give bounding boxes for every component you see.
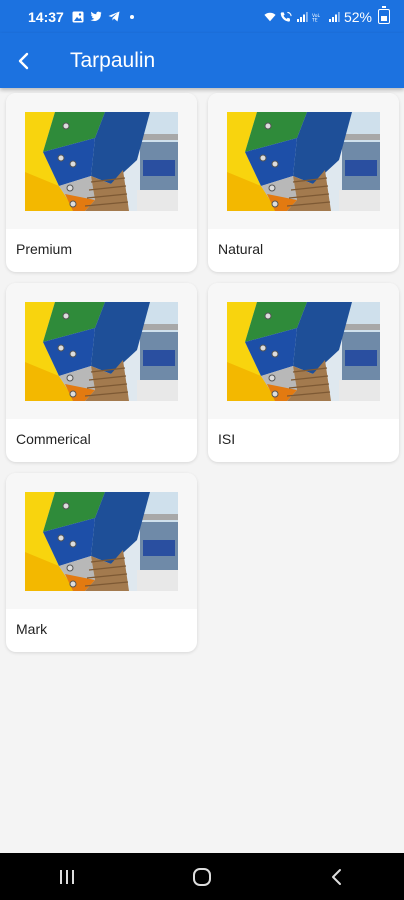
tarpaulin-image — [227, 111, 380, 211]
battery-icon — [378, 6, 390, 24]
card-label: Mark — [16, 621, 48, 637]
tarpaulin-image — [25, 111, 178, 211]
card-image — [6, 283, 197, 419]
status-bar: 14:37 VoL TE 52% — [0, 0, 404, 33]
svg-text:TE: TE — [312, 17, 318, 23]
gallery-icon — [72, 11, 84, 23]
status-left: 14:37 — [28, 9, 138, 25]
home-icon — [192, 867, 211, 886]
volte-icon: VoL TE — [312, 11, 324, 23]
card-image — [6, 473, 197, 609]
tarpaulin-image — [25, 491, 178, 591]
back-arrow-icon — [18, 52, 29, 69]
tarpaulin-image — [25, 301, 178, 401]
category-card-premium[interactable]: Premium — [6, 93, 197, 272]
card-image — [6, 93, 197, 229]
twitter-icon — [90, 11, 102, 23]
recent-apps-icon — [60, 869, 75, 884]
signal-icon — [296, 11, 308, 23]
app-bar: Tarpaulin — [0, 33, 404, 88]
card-image — [208, 283, 399, 419]
home-button[interactable] — [172, 853, 232, 900]
category-card-commerical[interactable]: Commerical — [6, 283, 197, 462]
category-card-mark[interactable]: Mark — [6, 473, 197, 652]
tarpaulin-image — [227, 301, 380, 401]
card-label: Commerical — [16, 431, 91, 447]
dot-icon — [126, 11, 138, 23]
signal-icon — [328, 11, 340, 23]
status-time: 14:37 — [28, 8, 64, 25]
battery-percent: 52% — [343, 8, 372, 25]
status-right: VoL TE 52% — [264, 6, 390, 25]
back-icon — [331, 868, 341, 885]
category-card-isi[interactable]: ISI — [208, 283, 399, 462]
card-image — [208, 93, 399, 229]
card-label: ISI — [218, 431, 236, 447]
wifi-call-icon — [280, 11, 292, 23]
card-label: Premium — [16, 241, 73, 257]
telegram-icon — [108, 11, 120, 23]
system-nav-bar — [0, 853, 404, 900]
recent-apps-button[interactable] — [37, 853, 97, 900]
back-button[interactable] — [0, 33, 46, 88]
page-title: Tarpaulin — [70, 48, 156, 72]
wifi-icon — [264, 11, 276, 23]
category-card-natural[interactable]: Natural — [208, 93, 399, 272]
system-back-button[interactable] — [307, 853, 367, 900]
category-grid: Premium Natural Commerical ISI Mark — [6, 93, 399, 652]
card-label: Natural — [218, 241, 264, 257]
